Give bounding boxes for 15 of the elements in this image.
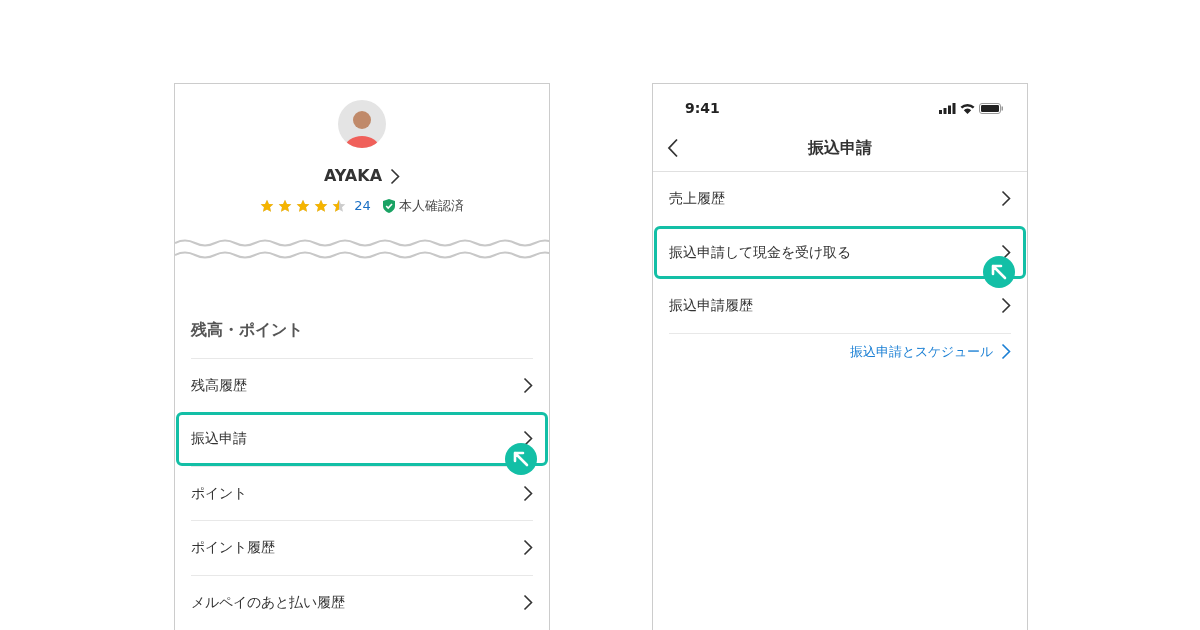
menu-item[interactable]: 振込申請 <box>176 412 548 466</box>
section-title: 残高・ポイント <box>189 318 304 341</box>
menu-item[interactable]: ポイント <box>175 466 549 520</box>
menu-item[interactable]: 残高履歴 <box>175 358 549 412</box>
user-name: AYAKA <box>323 165 383 187</box>
menu-item[interactable]: 振込申請履歴 <box>653 279 1027 333</box>
schedule-link[interactable]: 振込申請とスケジュール <box>850 341 1011 361</box>
menu-item[interactable]: 売上履歴 <box>653 172 1027 226</box>
status-time: 9:41 <box>685 98 720 118</box>
verified-label: 本人確認済 <box>398 197 464 215</box>
menu-item[interactable]: メルペイのあと払い履歴 <box>175 575 549 629</box>
rating-count[interactable]: 24 <box>354 196 371 216</box>
screen-title: 振込申請 <box>808 136 872 159</box>
menu-item[interactable]: ポイント履歴 <box>175 521 549 575</box>
menu-item[interactable]: 振込申請して現金を受け取る <box>654 225 1026 279</box>
